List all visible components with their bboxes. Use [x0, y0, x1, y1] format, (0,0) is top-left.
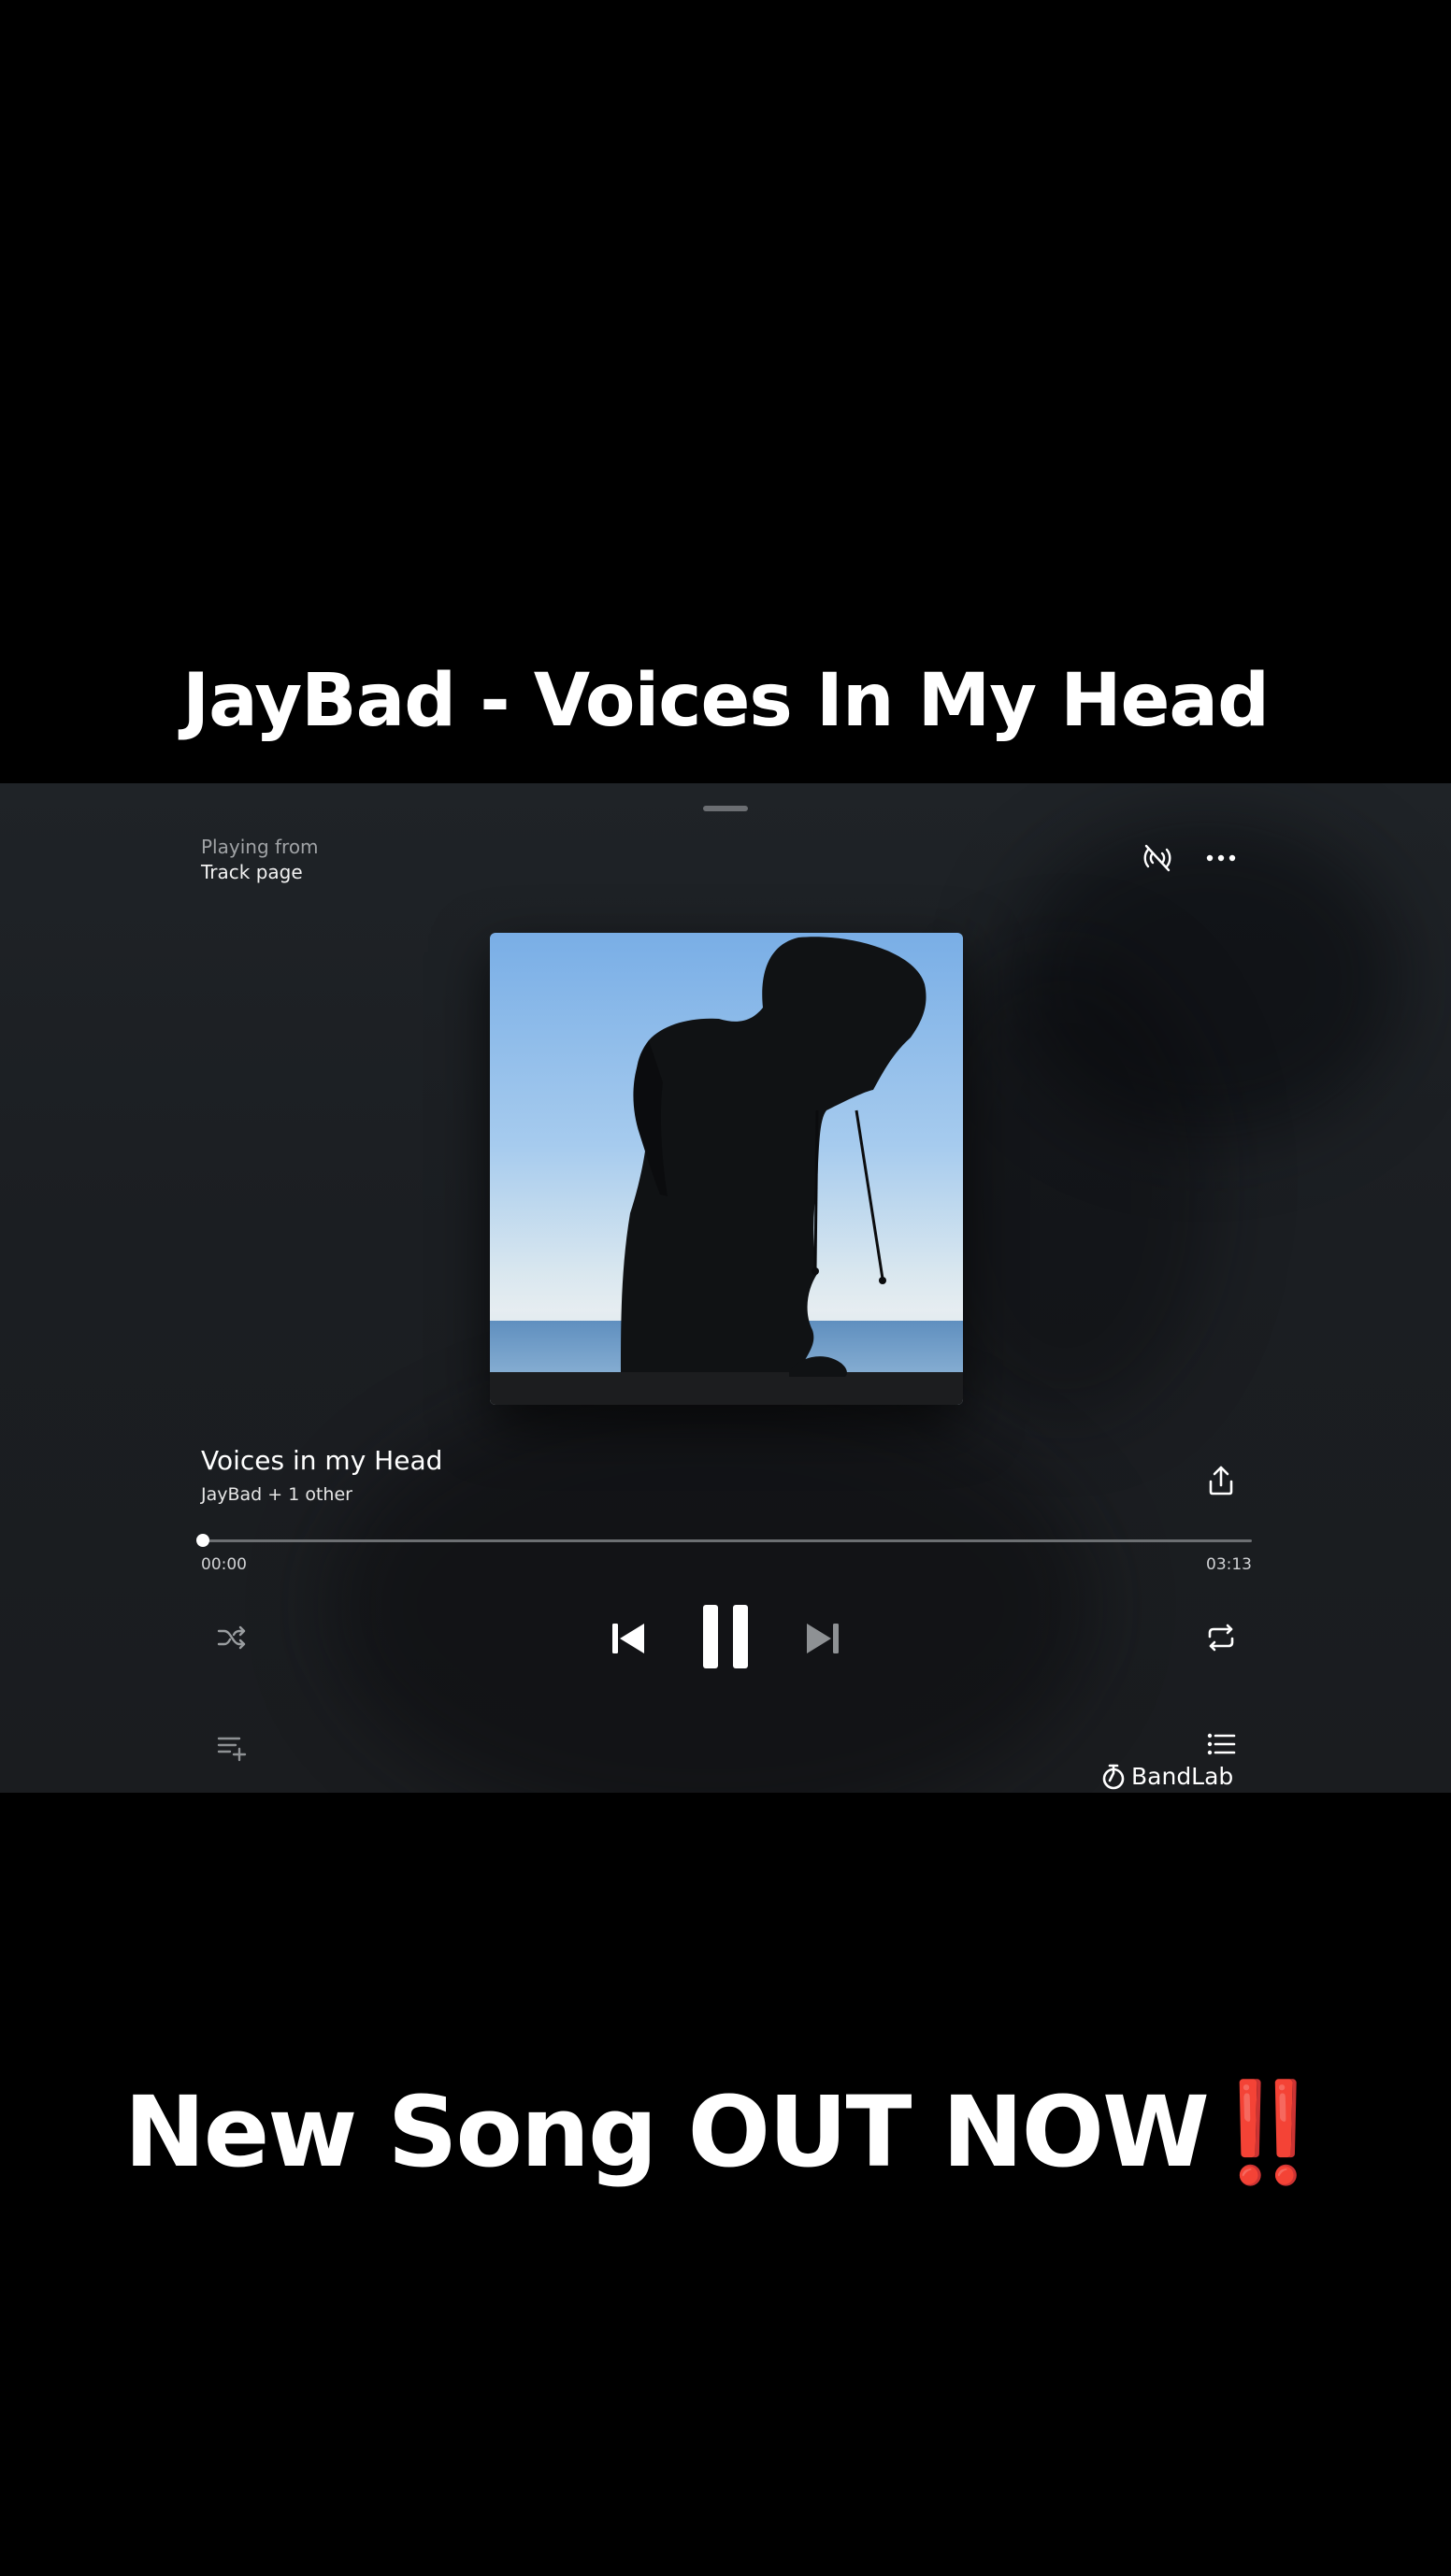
share-icon[interactable] — [1200, 1462, 1242, 1499]
bandlab-logo: BandLab — [1101, 1763, 1233, 1790]
playing-from-label: Playing from — [201, 836, 319, 858]
repeat-icon[interactable] — [1199, 1617, 1243, 1658]
double-exclamation-emoji: ‼️ — [1207, 2075, 1329, 2189]
caption-bottom-text: New Song OUT NOW — [123, 2075, 1210, 2189]
shuffle-icon[interactable] — [210, 1617, 253, 1658]
drag-handle[interactable] — [703, 806, 748, 811]
duration-time: 03:13 — [1206, 1555, 1252, 1574]
add-to-queue-icon[interactable] — [211, 1729, 252, 1767]
bandlab-icon — [1102, 1764, 1125, 1789]
elapsed-time: 00:00 — [201, 1555, 247, 1574]
queue-list-icon[interactable] — [1200, 1727, 1242, 1761]
bandlab-wordmark: BandLab — [1131, 1763, 1234, 1790]
background-shadow — [327, 1381, 1094, 1793]
video-caption-bottom: New Song OUT NOW‼️ — [0, 2075, 1451, 2190]
playing-from-source-link[interactable]: Track page — [201, 861, 303, 883]
skip-next-icon[interactable] — [800, 1617, 845, 1660]
more-options-icon[interactable] — [1200, 841, 1242, 875]
track-artist[interactable]: JayBad + 1 other — [201, 1484, 352, 1505]
skip-previous-icon[interactable] — [606, 1617, 651, 1660]
progress-bar[interactable] — [201, 1539, 1252, 1542]
track-title[interactable]: Voices in my Head — [201, 1445, 442, 1476]
pause-icon[interactable] — [696, 1596, 755, 1677]
video-caption-top: JayBad - Voices In My Head — [182, 659, 1270, 743]
music-player: Playing from Track page Voices in my Hea… — [0, 783, 1451, 1793]
no-cast-icon[interactable] — [1137, 841, 1178, 875]
progress-knob[interactable] — [196, 1534, 209, 1547]
album-cover — [490, 933, 963, 1405]
